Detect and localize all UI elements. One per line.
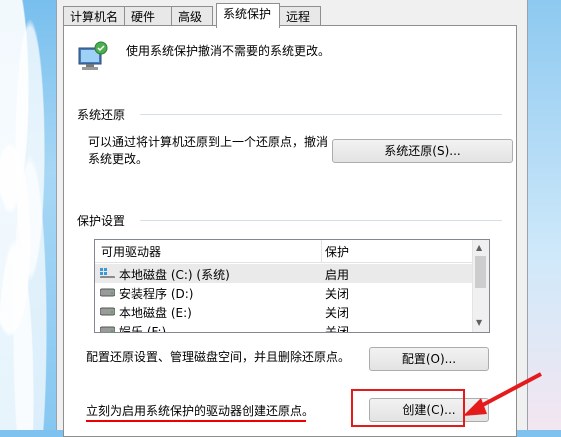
drive-icon <box>100 288 115 297</box>
drive-row[interactable]: 本地磁盘 (C:) (系统) 启用 <box>95 264 473 283</box>
drive-name: 娱乐 (F:) <box>119 325 167 333</box>
protection-group-title: 保护设置 <box>77 214 126 228</box>
system-drive-icon <box>100 268 115 278</box>
intro-text: 使用系统保护撤消不需要的系统更改。 <box>126 44 331 58</box>
tab-advanced[interactable]: 高级 <box>171 6 213 26</box>
system-properties-dialog: 计算机名 硬件 高级 系统保护 远程 使用系统保护撤消不需要的系统更改。 系统还… <box>56 0 528 437</box>
drive-name: 本地磁盘 (E:) <box>119 306 192 320</box>
system-restore-button[interactable]: 系统还原(S)... <box>332 139 513 163</box>
restore-description: 可以通过将计算机还原到上一个还原点，撤消 系统更改。 <box>88 134 328 168</box>
drive-protection-state: 关闭 <box>325 287 350 301</box>
drive-row[interactable]: 安装程序 (D:) 关闭 <box>95 283 473 302</box>
restore-group-title: 系统还原 <box>77 108 126 122</box>
drive-list-header: 可用驱动器 保护 <box>95 240 473 263</box>
restore-description-line-2: 系统更改。 <box>88 152 149 166</box>
restore-description-line-1: 可以通过将计算机还原到上一个还原点，撤消 <box>88 135 329 149</box>
annotation-arrow-icon <box>463 372 542 416</box>
desktop-background-right <box>526 0 561 430</box>
tab-system-protection[interactable]: 系统保护 <box>216 3 280 28</box>
drive-protection-state: 启用 <box>325 268 350 282</box>
drive-name: 安装程序 (D:) <box>119 287 194 301</box>
drive-icon <box>100 326 115 332</box>
drive-row[interactable]: 本地磁盘 (E:) 关闭 <box>95 302 473 321</box>
tab-hardware[interactable]: 硬件 <box>124 6 172 26</box>
tab-remote[interactable]: 远程 <box>279 6 321 26</box>
vertical-scrollbar[interactable]: ▲ ▼ <box>472 240 489 332</box>
drive-protection-state: 关闭 <box>325 306 350 320</box>
configure-description: 配置还原设置、管理磁盘空间，并且删除还原点。 <box>86 350 351 364</box>
scrollbar-thumb[interactable] <box>475 256 486 288</box>
scroll-down-icon[interactable]: ▼ <box>476 318 482 327</box>
column-header-protection[interactable]: 保护 <box>325 243 349 260</box>
drive-row[interactable]: 娱乐 (F:) 关闭 <box>95 321 473 333</box>
annotation-underline <box>86 420 306 422</box>
computer-shield-icon <box>78 41 108 70</box>
column-separator[interactable] <box>321 240 322 262</box>
desktop-background <box>0 0 62 430</box>
drive-name: 本地磁盘 (C:) (系统) <box>119 268 230 282</box>
group-divider <box>140 114 502 115</box>
tab-computer-name[interactable]: 计算机名 <box>63 6 125 26</box>
drive-icon <box>100 307 115 316</box>
annotation-highlight-box <box>351 389 465 427</box>
scroll-up-icon[interactable]: ▲ <box>476 243 482 252</box>
group-divider <box>140 220 502 221</box>
create-description: 立刻为启用系统保护的驱动器创建还原点。 <box>86 404 315 418</box>
drive-list[interactable]: 可用驱动器 保护 本地磁盘 (C:) (系统) 启用 安装程序 (D:) 关闭 <box>94 239 490 333</box>
column-header-drives[interactable]: 可用驱动器 <box>101 243 161 260</box>
system-protection-panel: 使用系统保护撤消不需要的系统更改。 系统还原 可以通过将计算机还原到上一个还原点… <box>63 25 517 437</box>
drive-protection-state: 关闭 <box>325 325 350 333</box>
